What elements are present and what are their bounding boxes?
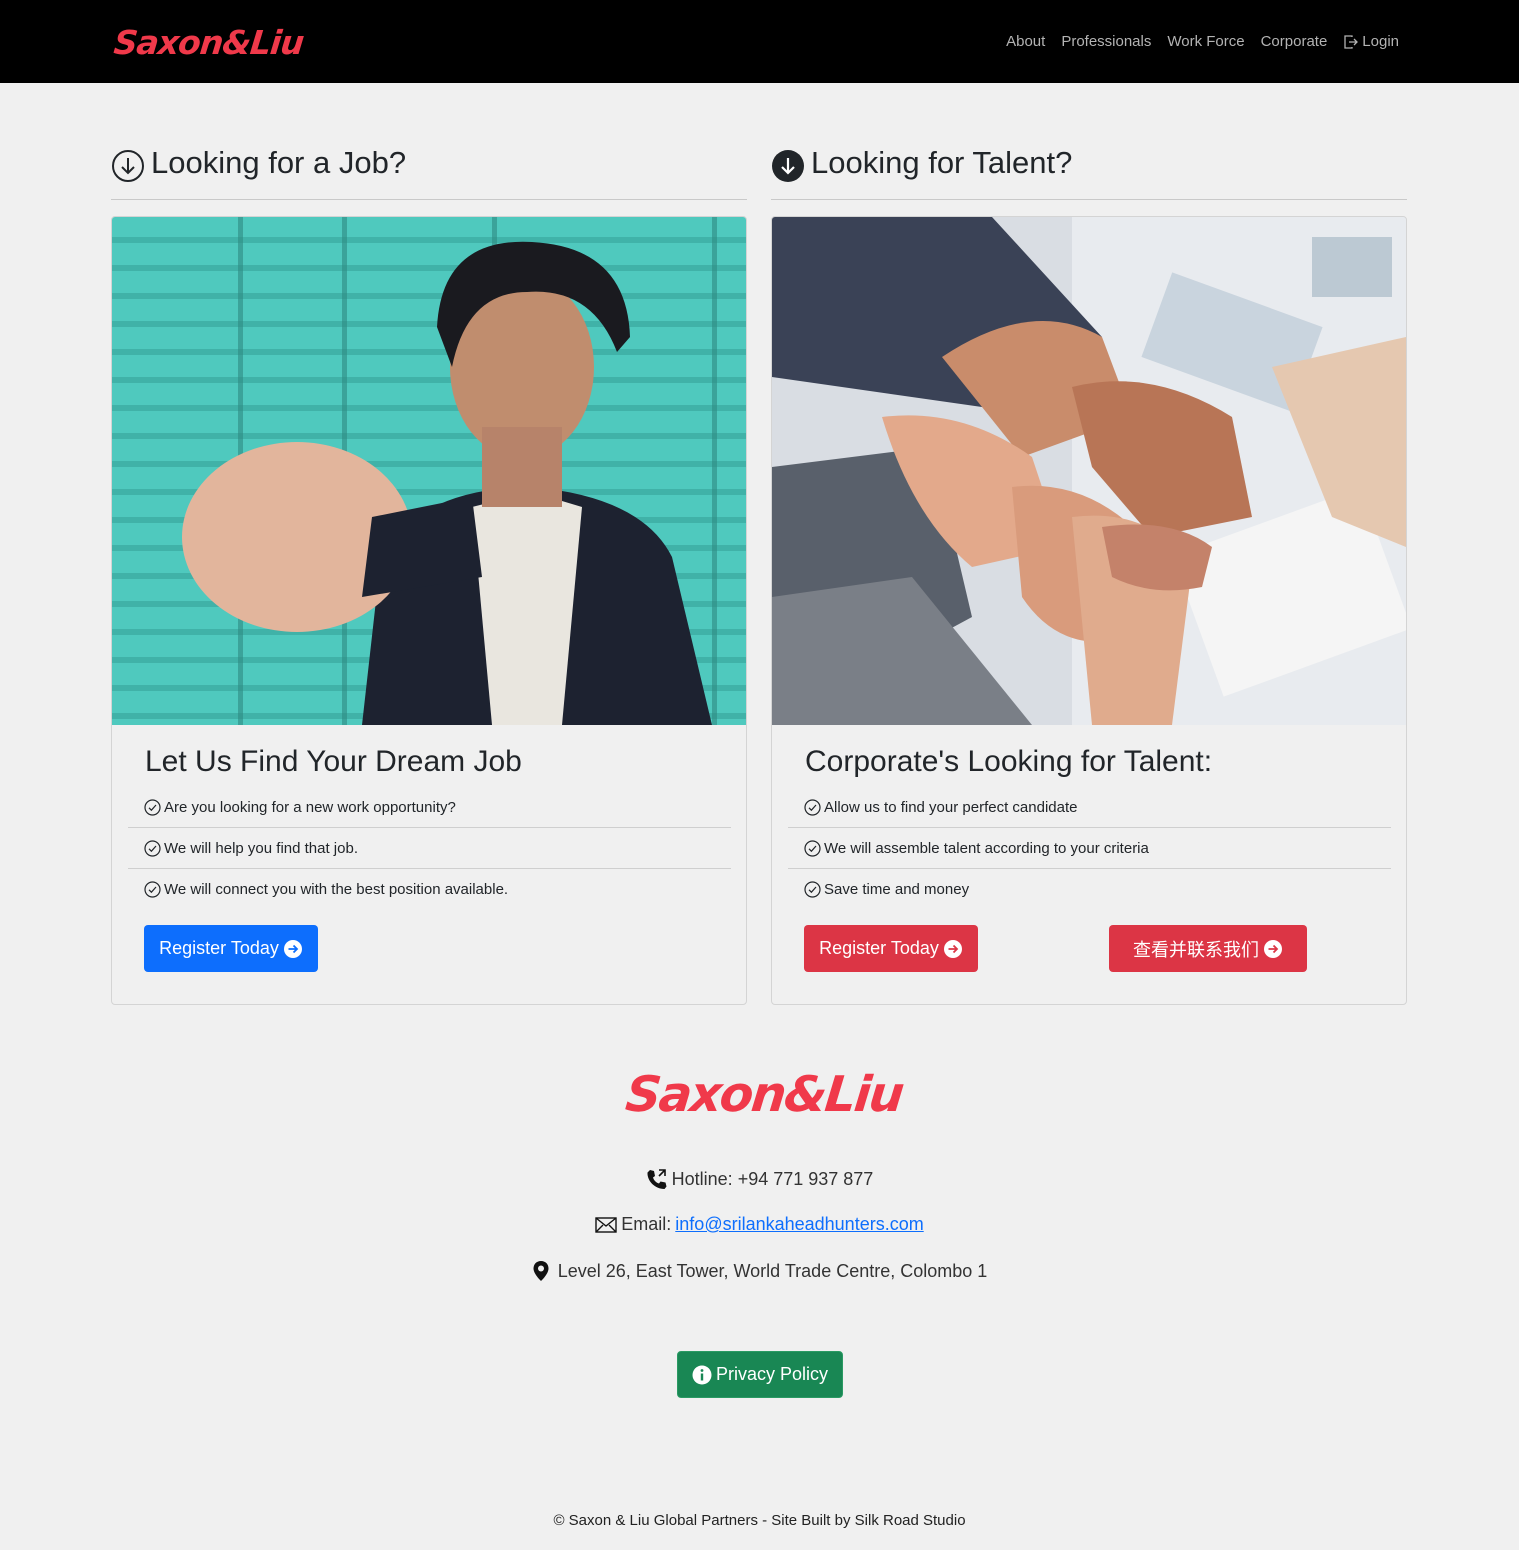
list-item-text: We will help you find that job.: [164, 839, 358, 857]
talent-card: Corporate's Looking for Talent: Allow us…: [771, 216, 1407, 1005]
nav-workforce[interactable]: Work Force: [1167, 31, 1244, 53]
check-circle-icon: [144, 798, 161, 816]
privacy-policy-button[interactable]: Privacy Policy: [677, 1351, 843, 1398]
address-row: Level 26, East Tower, World Trade Centre…: [0, 1260, 1519, 1282]
footer-logo: Saxon&Liu: [622, 1066, 906, 1123]
talent-card-title: Corporate's Looking for Talent:: [805, 745, 1213, 778]
check-circle-icon: [144, 839, 161, 857]
job-photo: [112, 217, 746, 725]
nav-about[interactable]: About: [1006, 31, 1045, 53]
nav-login-label: Login: [1362, 33, 1399, 50]
list-item-text: Save time and money: [824, 881, 970, 898]
email-label: Email:: [621, 1214, 672, 1234]
nav-login[interactable]: Login: [1343, 31, 1399, 53]
divider: [771, 199, 1407, 200]
talent-heading: Looking for Talent?: [771, 138, 1407, 188]
talent-benefits-list: Allow us to find your perfect candidate …: [788, 787, 1391, 910]
list-item: Save time and money: [788, 869, 1391, 910]
divider: [111, 199, 747, 200]
login-icon: [1344, 35, 1359, 49]
privacy-policy-label: Privacy Policy: [715, 1364, 829, 1384]
list-item-text: We will connect you with the best positi…: [164, 881, 509, 898]
location-pin-icon: [533, 1261, 549, 1281]
list-item-text: We will assemble talent according to you…: [824, 839, 1149, 857]
arrow-down-circle-fill-icon: [772, 150, 804, 182]
talent-photo: [772, 217, 1406, 725]
list-item: Are you looking for a new work opportuni…: [128, 787, 731, 828]
list-item: Allow us to find your perfect candidate: [788, 787, 1391, 828]
top-navbar: Saxon&Liu About Professionals Work Force…: [0, 0, 1519, 83]
list-item-text: Are you looking for a new work opportuni…: [164, 798, 456, 816]
check-circle-icon: [804, 881, 821, 898]
list-item: We will connect you with the best positi…: [128, 869, 731, 910]
list-item: We will assemble talent according to you…: [788, 828, 1391, 869]
arrow-right-circle-icon: [283, 939, 302, 958]
nav-corporate[interactable]: Corporate: [1261, 31, 1328, 53]
main-nav: About Professionals Work Force Corporate…: [1006, 31, 1399, 53]
job-column: Looking for a Job? Let Us Find Your Drea…: [111, 138, 747, 1005]
arrow-right-circle-icon: [1264, 939, 1282, 958]
job-card: Let Us Find Your Dream Job Are you looki…: [111, 216, 747, 1005]
hotline-text: Hotline: +94 771 937 877: [671, 1168, 874, 1189]
address-text: Level 26, East Tower, World Trade Centre…: [557, 1260, 988, 1281]
email-row: Email: info@srilankaheadhunters.com: [0, 1214, 1519, 1235]
arrow-down-circle-icon: [112, 150, 144, 182]
info-circle-icon: [692, 1365, 712, 1384]
brand-logo[interactable]: Saxon&Liu: [112, 23, 305, 62]
check-circle-icon: [804, 798, 821, 816]
job-card-title: Let Us Find Your Dream Job: [145, 745, 522, 778]
list-item: We will help you find that job.: [128, 828, 731, 869]
arrow-right-circle-icon: [943, 939, 962, 958]
contact-us-cn-label: 查看并联系我们: [1133, 939, 1259, 960]
envelope-icon: [595, 1216, 617, 1233]
job-register-button[interactable]: Register Today: [144, 925, 318, 972]
talent-register-button[interactable]: Register Today: [804, 925, 978, 972]
check-circle-icon: [804, 839, 821, 857]
nav-professionals[interactable]: Professionals: [1061, 31, 1151, 53]
phone-icon: [647, 1169, 667, 1189]
talent-column: Looking for Talent? Corporate's Looking …: [771, 138, 1407, 1005]
talent-heading-text: Looking for Talent?: [811, 145, 1073, 180]
contact-us-cn-button[interactable]: 查看并联系我们: [1109, 925, 1307, 972]
check-circle-icon: [144, 881, 161, 898]
list-item-text: Allow us to find your perfect candidate: [824, 798, 1078, 816]
email-link[interactable]: info@srilankaheadhunters.com: [675, 1214, 923, 1235]
copyright: © Saxon & Liu Global Partners - Site Bui…: [553, 1512, 966, 1529]
job-heading: Looking for a Job?: [111, 138, 747, 188]
talent-register-label: Register Today: [819, 938, 939, 958]
job-benefits-list: Are you looking for a new work opportuni…: [128, 787, 731, 910]
hotline-row: Hotline: +94 771 937 877: [0, 1168, 1519, 1190]
job-register-label: Register Today: [159, 938, 279, 958]
job-heading-text: Looking for a Job?: [151, 145, 407, 180]
